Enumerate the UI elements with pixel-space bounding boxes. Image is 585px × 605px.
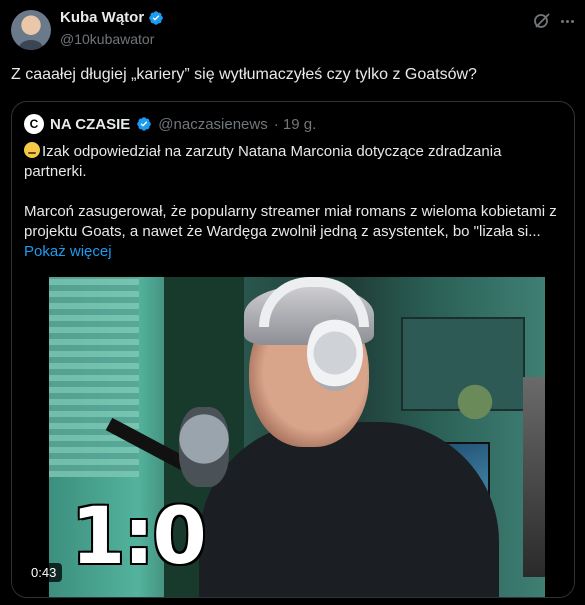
quoted-header: C NA CZASIE @naczasienews · 19 g. (24, 114, 316, 134)
quoted-avatar: C (24, 114, 44, 134)
author-handle[interactable]: @10kubawator (60, 31, 154, 47)
video-thumbnail: 1:0 (49, 277, 545, 597)
author-row: Kuba Wątor (60, 9, 164, 26)
quoted-author-name: NA CZASIE (50, 115, 131, 133)
tweet-text: Z caaałej długiej „kariery” się wytłumac… (11, 66, 477, 83)
avatar[interactable] (11, 10, 51, 50)
video-player[interactable]: 1:0 0:43 (12, 277, 574, 597)
verified-badge-icon (137, 117, 152, 131)
tweet: Kuba Wątor @10kubawator Z caaałej długie… (0, 0, 585, 605)
author-name[interactable]: Kuba Wątor (60, 9, 144, 26)
quoted-text: Izak odpowiedział na zarzuty Natana Marc… (24, 142, 564, 262)
show-more-link[interactable]: Pokaż więcej (24, 243, 112, 260)
quoted-timestamp: · 19 g. (273, 115, 317, 133)
more-options-icon[interactable] (557, 11, 577, 31)
verified-badge-icon (149, 10, 164, 25)
quoted-author-handle: @naczasienews (158, 115, 268, 133)
quoted-paragraph-1: Izak odpowiedział na zarzuty Natana Marc… (24, 143, 502, 180)
score-overlay: 1:0 (71, 492, 207, 582)
quoted-paragraph-2: Marcoń zasugerował, że popularny streame… (24, 203, 557, 240)
video-duration-badge: 0:43 (25, 563, 63, 582)
thinking-emoji-icon (24, 142, 40, 158)
quoted-tweet[interactable]: C NA CZASIE @naczasienews · 19 g. Izak o… (11, 101, 575, 598)
grok-icon[interactable] (532, 11, 552, 31)
